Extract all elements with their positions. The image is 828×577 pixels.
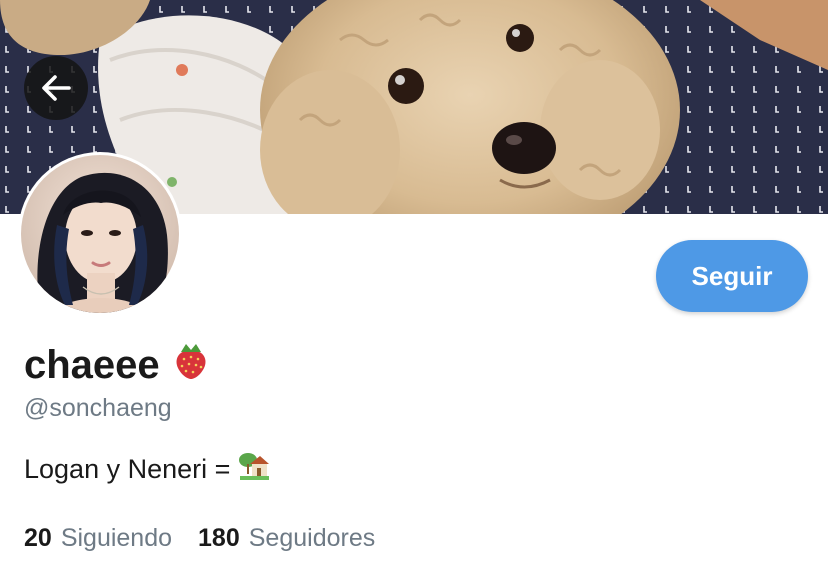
avatar-image [21,155,179,313]
bio: Logan y Neneri = [24,450,270,489]
display-name: chaeee [24,340,210,390]
profile-stats: 20 Siguiendo 180 Seguidores [24,524,401,553]
follow-button[interactable]: Seguir [656,240,808,312]
strawberry-icon [172,340,210,390]
following-count: 20 [24,524,52,552]
avatar[interactable] [18,152,182,316]
profile-page: Seguir chaeee @sonchaeng Logan y Neneri … [0,0,828,577]
followers-stat[interactable]: 180 Seguidores [198,524,375,553]
following-label: Siguiendo [60,524,173,552]
user-handle: @sonchaeng [24,394,172,422]
house-with-garden-icon [238,450,270,489]
bio-text: Logan y Neneri = [24,454,231,484]
back-button[interactable] [24,56,88,120]
followers-count: 180 [198,524,240,552]
arrow-left-icon [39,71,73,105]
followers-label: Seguidores [248,524,376,552]
display-name-text: chaeee [24,342,160,387]
following-stat[interactable]: 20 Siguiendo [24,524,172,553]
